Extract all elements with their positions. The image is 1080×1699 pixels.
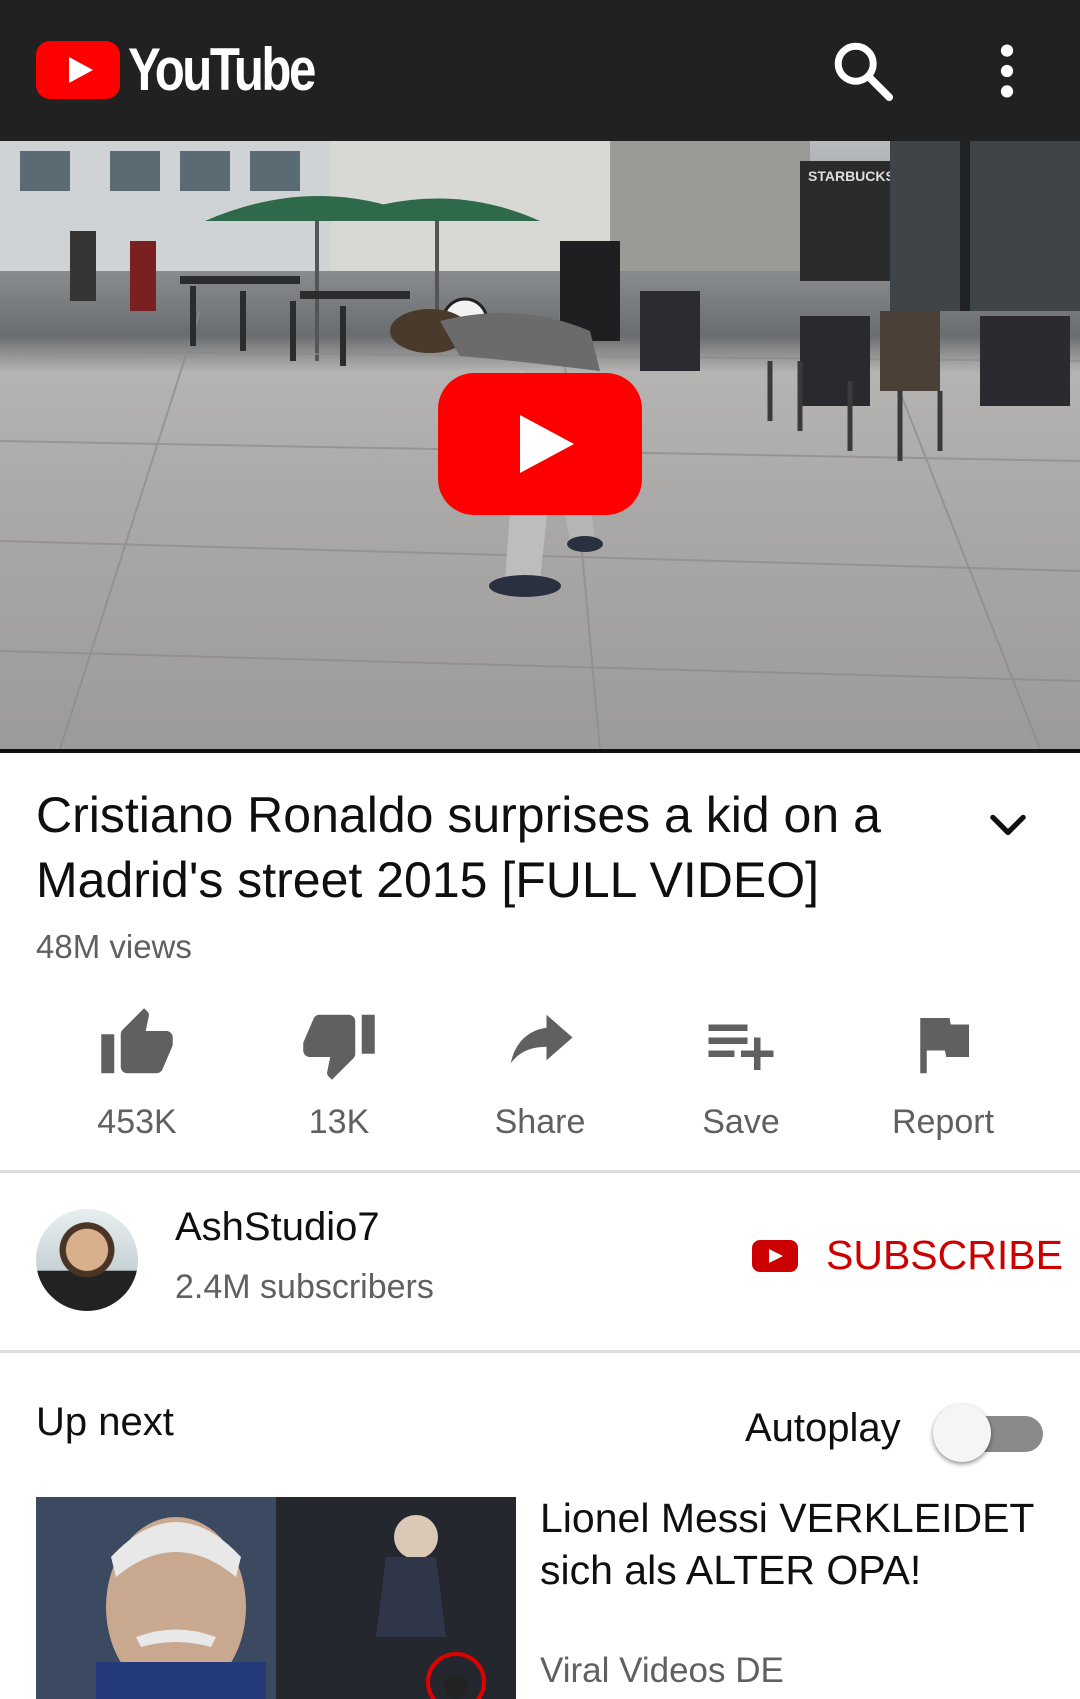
share-button[interactable]: Share <box>440 1005 640 1142</box>
subscribe-label: SUBSCRIBE <box>826 1232 1063 1278</box>
report-label: Report <box>891 1103 995 1141</box>
autoplay-toggle[interactable] <box>933 1404 1045 1462</box>
share-label: Share <box>494 1103 586 1141</box>
save-label: Save <box>702 1103 780 1141</box>
logo-text: YouTube <box>128 36 316 103</box>
divider <box>0 1350 1080 1353</box>
thumb-down-icon <box>303 1014 375 1080</box>
playlist-add-icon <box>708 1024 774 1070</box>
search-icon[interactable] <box>828 36 898 106</box>
expand-more-icon[interactable] <box>982 800 1034 852</box>
youtube-mark-icon <box>752 1239 798 1272</box>
subscriber-count: 2.4M subscribers <box>175 1268 434 1306</box>
thumbnail-image <box>36 1497 516 1699</box>
more-vert-icon[interactable] <box>972 36 1042 106</box>
view-count: 48M views <box>36 928 192 965</box>
video-player[interactable]: STARBUCKS COFFEE <box>0 141 1080 753</box>
divider <box>0 1170 1080 1173</box>
app-bar: YouTube <box>0 0 1080 141</box>
video-title: Cristiano Ronaldo surprises a kid on a M… <box>36 787 881 908</box>
thumb-up-icon <box>101 1008 173 1074</box>
dislike-button[interactable]: 13K <box>239 1005 439 1142</box>
channel-name[interactable]: AshStudio7 <box>175 1205 380 1250</box>
autoplay-label: Autoplay <box>745 1406 901 1450</box>
share-icon <box>510 1014 573 1064</box>
play-icon[interactable] <box>438 373 642 515</box>
avatar[interactable] <box>36 1209 138 1311</box>
youtube-logo[interactable]: YouTube <box>36 40 355 100</box>
up-next-channel: Viral Videos DE <box>540 1651 784 1690</box>
flag-icon <box>920 1018 969 1074</box>
subscribe-button[interactable]: SUBSCRIBE <box>752 1232 1063 1279</box>
save-button[interactable]: Save <box>641 1005 841 1142</box>
up-next-thumbnail[interactable] <box>36 1497 516 1699</box>
up-next-heading: Up next <box>36 1400 174 1444</box>
dislike-count: 13K <box>308 1103 370 1141</box>
up-next-title[interactable]: Lionel Messi VERKLEIDET sich als ALTER O… <box>540 1492 1040 1596</box>
like-count: 453K <box>97 1103 177 1141</box>
report-button[interactable]: Report <box>843 1005 1043 1142</box>
youtube-logo-icon <box>36 41 120 99</box>
like-button[interactable]: 453K <box>37 1005 237 1142</box>
toggle-knob <box>933 1404 991 1462</box>
